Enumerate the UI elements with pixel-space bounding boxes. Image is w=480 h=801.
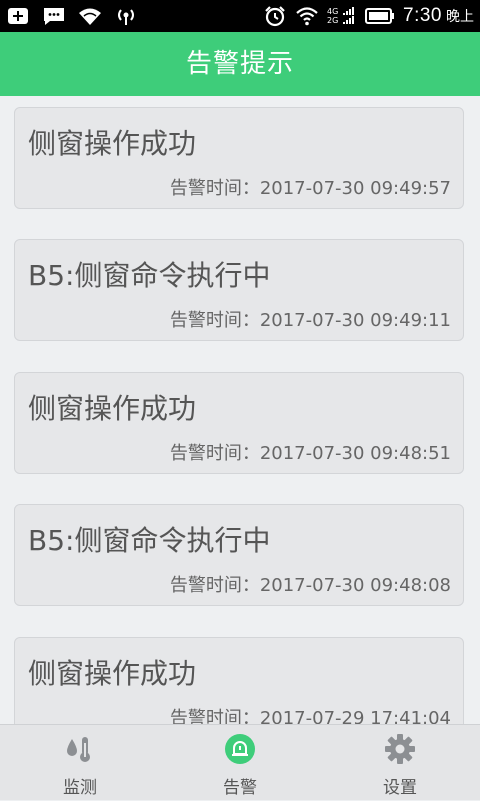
clock-time: 7:30 xyxy=(403,5,442,26)
alarm-card[interactable]: 侧窗操作成功 告警时间：2017-07-29 17:41:04 xyxy=(14,637,464,724)
alarm-time: 告警时间：2017-07-30 09:49:57 xyxy=(169,178,451,199)
alarm-title: B5:侧窗命令执行中 xyxy=(28,524,271,557)
nav-item-settings[interactable]: 设置 xyxy=(320,725,480,801)
nav-item-monitor[interactable]: 监测 xyxy=(0,725,160,801)
alarm-title: 侧窗操作成功 xyxy=(28,127,197,160)
bottom-nav: 监测 告警 设置 xyxy=(0,724,480,800)
nav-label-alarm: 告警 xyxy=(223,778,257,798)
alarm-time: 告警时间：2017-07-29 17:41:04 xyxy=(169,708,451,724)
alarm-card[interactable]: 侧窗操作成功 告警时间：2017-07-30 09:49:57 xyxy=(14,107,464,209)
hotspot-icon xyxy=(118,9,134,25)
wifi-signal-icon xyxy=(79,8,101,25)
nav-label-settings: 设置 xyxy=(383,778,417,798)
thermometer-drop-icon xyxy=(67,737,90,762)
nav-item-alarm[interactable]: 告警 xyxy=(160,725,320,801)
signal-bars-icon xyxy=(343,7,355,24)
page-title: 告警提示 xyxy=(0,32,480,96)
alarm-title: 侧窗操作成功 xyxy=(28,392,197,425)
clock-period: 晚上 xyxy=(446,9,474,25)
alarm-time: 告警时间：2017-07-30 09:48:08 xyxy=(169,575,451,596)
alarm-card[interactable]: B5:侧窗命令执行中 告警时间：2017-07-30 09:48:08 xyxy=(14,504,464,606)
alarm-time: 告警时间：2017-07-30 09:48:51 xyxy=(169,443,451,464)
message-icon xyxy=(44,8,64,25)
alarm-card[interactable]: B5:侧窗命令执行中 告警时间：2017-07-30 09:49:11 xyxy=(14,239,464,341)
battery-icon xyxy=(365,8,395,24)
status-bar: 4G 2G 7:30 晚上 xyxy=(0,0,480,32)
alarm-card[interactable]: 侧窗操作成功 告警时间：2017-07-30 09:48:51 xyxy=(14,372,464,474)
wifi-icon xyxy=(296,7,318,26)
add-notification-icon xyxy=(8,8,28,24)
alarm-time: 告警时间：2017-07-30 09:49:11 xyxy=(169,310,451,331)
alarm-list[interactable]: 侧窗操作成功 告警时间：2017-07-30 09:49:57 B5:侧窗命令执… xyxy=(0,96,480,724)
gear-icon xyxy=(385,734,415,764)
alarm-title: B5:侧窗命令执行中 xyxy=(28,259,271,292)
nav-label-monitor: 监测 xyxy=(63,778,97,798)
alarm-title: 侧窗操作成功 xyxy=(28,657,197,690)
alarm-clock-icon xyxy=(265,6,285,27)
cellular-signal: 4G 2G xyxy=(327,7,357,25)
alarm-bell-icon xyxy=(225,734,255,764)
